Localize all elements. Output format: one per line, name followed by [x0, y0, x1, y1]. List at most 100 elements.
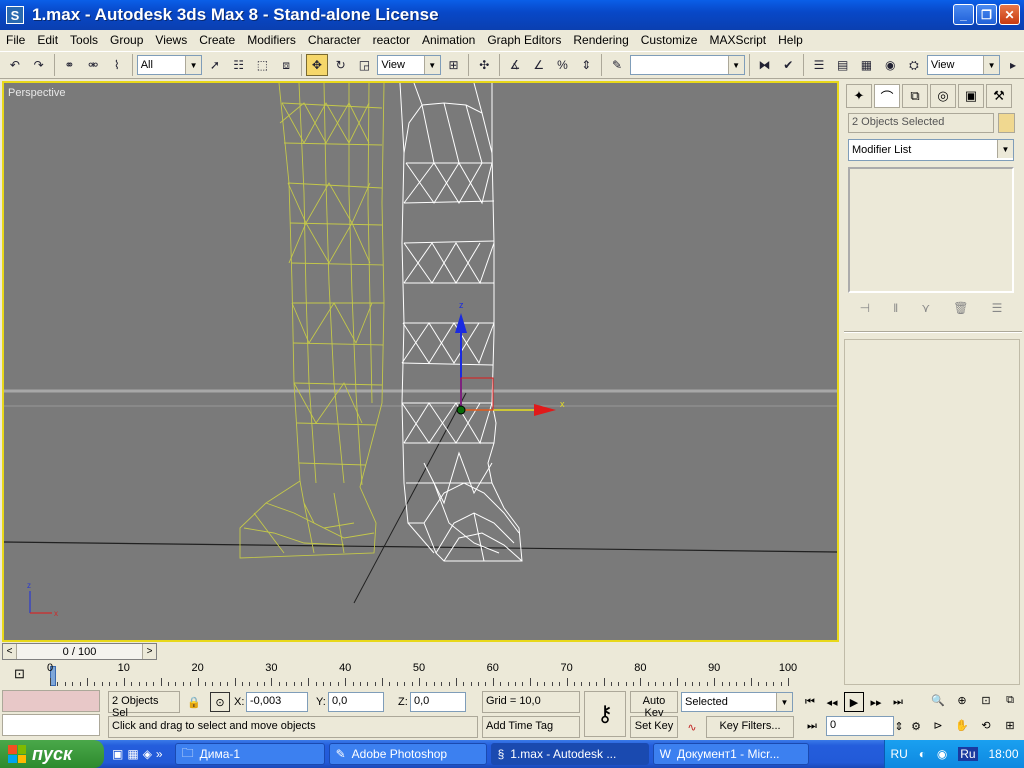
select-by-name-icon[interactable]: ☷	[228, 54, 250, 76]
app-icon[interactable]: S	[6, 6, 24, 24]
motion-tab-icon[interactable]: ◎	[930, 84, 956, 108]
x-coordinate-field[interactable]: -0,003	[246, 692, 308, 712]
rectangular-selection-icon[interactable]: ⬚	[252, 54, 274, 76]
menu-character[interactable]: Character	[302, 33, 367, 47]
language-indicator[interactable]: RU	[890, 747, 907, 761]
menu-animation[interactable]: Animation	[416, 33, 481, 47]
lock-icon[interactable]: 🔒	[184, 692, 204, 712]
zoom-icon[interactable]: 🔍	[928, 690, 948, 710]
menu-help[interactable]: Help	[772, 33, 809, 47]
maxscript-input-mini[interactable]	[2, 714, 100, 736]
set-key-button[interactable]: Set Key	[630, 716, 678, 738]
quicklaunch-app-icon[interactable]: ▦	[127, 747, 138, 761]
modifier-stack[interactable]	[848, 167, 1014, 293]
add-time-tag-button[interactable]: Add Time Tag	[482, 716, 580, 738]
field-of-view-icon[interactable]: ⊳	[928, 715, 948, 735]
menu-maxscript[interactable]: MAXScript	[703, 33, 772, 47]
redo-icon[interactable]: ↷	[28, 54, 50, 76]
keyboard-layout-icon[interactable]: Ru	[958, 747, 978, 761]
utilities-tab-icon[interactable]: ⚒	[986, 84, 1012, 108]
menu-customize[interactable]: Customize	[635, 33, 704, 47]
zoom-extents-icon[interactable]: ⊡	[976, 690, 996, 710]
menu-create[interactable]: Create	[193, 33, 241, 47]
zoom-extents-all-icon[interactable]: ⧉	[1000, 690, 1020, 710]
bind-to-space-warp-icon[interactable]: ⌇	[106, 54, 128, 76]
select-and-link-icon[interactable]: ⚭	[58, 54, 80, 76]
remove-modifier-icon[interactable]: 🗑	[953, 301, 968, 315]
maxscript-listener-mini[interactable]	[2, 690, 100, 712]
viewport-label[interactable]: Perspective	[8, 87, 65, 99]
y-coordinate-field[interactable]: 0,0	[328, 692, 384, 712]
menu-tools[interactable]: Tools	[64, 33, 104, 47]
z-coordinate-field[interactable]: 0,0	[410, 692, 466, 712]
window-crossing-icon[interactable]: ⧈	[275, 54, 297, 76]
named-selection-dropdown[interactable]: ▼	[629, 55, 745, 75]
material-editor-icon[interactable]: ◉	[879, 54, 901, 76]
schematic-view-icon[interactable]: ▦	[856, 54, 878, 76]
menu-views[interactable]: Views	[149, 33, 193, 47]
frame-spinner-icon[interactable]: ⇕	[894, 716, 904, 736]
show-end-result-icon[interactable]: ‖	[893, 301, 898, 315]
minimize-button[interactable]: _	[953, 4, 974, 25]
mirror-icon[interactable]: ⧓	[754, 54, 776, 76]
quicklaunch-app-icon[interactable]: ◈	[143, 747, 152, 761]
pin-stack-icon[interactable]: ⊣	[860, 301, 870, 315]
time-slider[interactable]: < 0 / 100 >	[2, 643, 839, 660]
previous-frame-icon[interactable]: ◂◂	[822, 692, 842, 712]
unlink-selection-icon[interactable]: ⚮	[82, 54, 104, 76]
prev-frame-icon[interactable]: <	[3, 644, 17, 659]
maximize-viewport-icon[interactable]: ⊞	[1000, 715, 1020, 735]
arc-rotate-icon[interactable]: ⟲	[976, 715, 996, 735]
time-configuration-icon[interactable]: ⚙	[906, 716, 926, 736]
select-and-move-icon[interactable]: ✥	[306, 54, 328, 76]
key-filters-button[interactable]: Key Filters...	[706, 716, 794, 738]
set-key-icon[interactable]: ⚷	[584, 691, 626, 737]
selection-filter-dropdown[interactable]: All ▼	[136, 55, 203, 75]
perspective-viewport[interactable]: z x z x Perspective	[2, 81, 839, 642]
modify-tab-icon[interactable]: ⌒	[874, 84, 900, 108]
close-button[interactable]: ✕	[999, 4, 1020, 25]
restore-button[interactable]: ❐	[976, 4, 997, 25]
select-object-icon[interactable]: ➚	[204, 54, 226, 76]
menu-group[interactable]: Group	[104, 33, 149, 47]
zoom-all-icon[interactable]: ⊕	[952, 690, 972, 710]
task-button[interactable]: ✎ Adobe Photoshop	[328, 743, 487, 765]
left-leg-mesh[interactable]	[239, 83, 385, 559]
move-gizmo[interactable]: z x	[455, 300, 565, 416]
play-icon[interactable]: ▶	[844, 692, 864, 712]
make-unique-icon[interactable]: ⋎	[921, 301, 930, 315]
percent-snap-icon[interactable]: %	[552, 54, 574, 76]
layer-manager-icon[interactable]: ☰	[808, 54, 830, 76]
create-tab-icon[interactable]: ✦	[846, 84, 872, 108]
snaps-toggle-icon[interactable]: ∡	[504, 54, 526, 76]
task-button[interactable]: 🗀 Дима-1	[174, 743, 325, 765]
edit-named-selection-icon[interactable]: ✎	[606, 54, 628, 76]
modifier-list-dropdown[interactable]: Modifier List ▼	[848, 139, 1014, 161]
gizmo-origin[interactable]	[456, 405, 466, 415]
time-slider-thumb[interactable]: < 0 / 100 >	[2, 643, 157, 660]
curve-editor-icon[interactable]: ▤	[832, 54, 854, 76]
menu-modifiers[interactable]: Modifiers	[241, 33, 302, 47]
select-and-manipulate-icon[interactable]: ✣	[473, 54, 495, 76]
hierarchy-tab-icon[interactable]: ⧉	[902, 84, 928, 108]
render-scene-icon[interactable]: ⛭	[903, 54, 925, 76]
go-to-start-icon[interactable]: ⏮	[800, 692, 820, 712]
go-to-end-icon[interactable]: ⏭	[888, 692, 908, 712]
select-and-rotate-icon[interactable]: ↻	[330, 54, 352, 76]
track-bar[interactable]: ⊡ 0 10 20 30 40 50 60 70 80 90 100	[0, 662, 842, 688]
undo-icon[interactable]: ↶	[4, 54, 26, 76]
object-color-swatch[interactable]	[998, 113, 1015, 133]
open-mini-curve-editor-icon[interactable]: ⊡	[14, 666, 25, 682]
menu-graph-editors[interactable]: Graph Editors	[481, 33, 567, 47]
quicklaunch-more-icon[interactable]: »	[156, 747, 163, 761]
task-button[interactable]: W Документ1 - Micr...	[652, 743, 809, 765]
current-frame-field[interactable]: 0	[826, 716, 894, 736]
angle-snap-icon[interactable]: ∠	[528, 54, 550, 76]
menu-rendering[interactable]: Rendering	[567, 33, 634, 47]
configure-modifier-sets-icon[interactable]: ☰	[992, 301, 1003, 315]
default-in-out-tangents-icon[interactable]: ∿	[682, 717, 702, 737]
start-button[interactable]: пуск	[0, 740, 104, 768]
next-frame-icon[interactable]: ▸▸	[866, 692, 886, 712]
quicklaunch-app-icon[interactable]: ▣	[112, 747, 123, 761]
object-name-field[interactable]: 2 Objects Selected	[848, 113, 994, 133]
